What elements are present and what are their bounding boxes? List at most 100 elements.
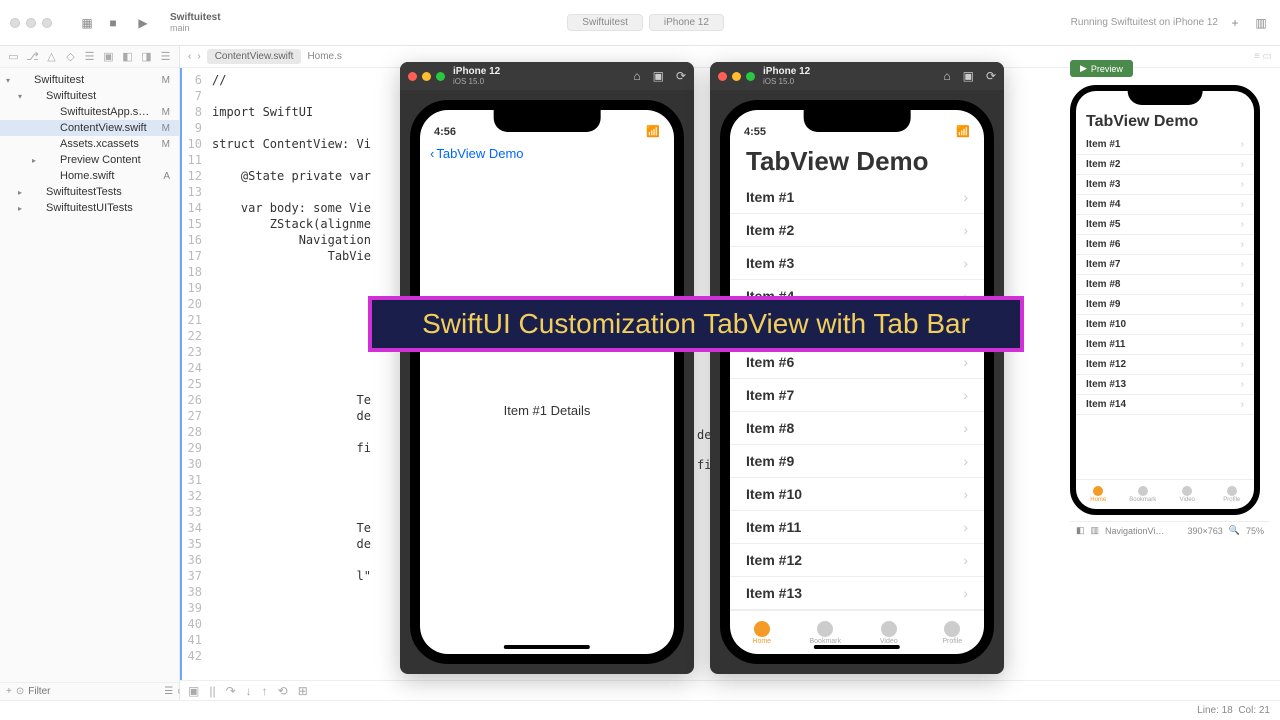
list-item[interactable]: Item #2› xyxy=(1076,155,1254,175)
sidebar-toggle-icon[interactable]: ▦ xyxy=(78,14,96,32)
home-icon[interactable]: ⌂ xyxy=(943,69,950,83)
chevron-right-icon: › xyxy=(963,354,968,370)
run-button[interactable]: ▶ xyxy=(134,14,152,32)
list-item[interactable]: Item #12› xyxy=(1076,355,1254,375)
project-navigator: ▭⎇△◇☰▣◧◨☰ ▾SwiftuitestM▾SwiftuitestSwift… xyxy=(0,46,180,700)
list-item[interactable]: Item #11› xyxy=(1076,335,1254,355)
code-fragment: fi xyxy=(697,458,711,472)
window-titlebar: ▦ ■ ▶ Swiftuitest main Swiftuitest iPhon… xyxy=(0,0,1280,46)
file-tree-item[interactable]: ▾Swiftuitest xyxy=(0,88,179,104)
screenshot-icon[interactable]: ▣ xyxy=(653,69,664,83)
chevron-right-icon: › xyxy=(963,420,968,436)
list-item[interactable]: Item #10› xyxy=(730,478,984,511)
library-icon[interactable]: ▥ xyxy=(1252,14,1270,32)
list-item[interactable]: Item #7› xyxy=(730,379,984,412)
phone-notch xyxy=(1128,91,1203,105)
list-item[interactable]: Item #9› xyxy=(730,445,984,478)
file-tree-item[interactable]: ▸SwiftuitestUITests xyxy=(0,200,179,216)
chevron-right-icon: › xyxy=(963,552,968,568)
bookmark-icon xyxy=(1138,486,1148,496)
list-item[interactable]: Item #13› xyxy=(1076,375,1254,395)
tab-profile[interactable]: Profile xyxy=(921,611,985,654)
status-bar: Line: 18 Col: 21 xyxy=(0,700,1280,720)
stop-button[interactable]: ■ xyxy=(104,14,122,32)
home-icon xyxy=(754,621,770,637)
file-tree-item[interactable]: ▾SwiftuitestM xyxy=(0,72,179,88)
chevron-right-icon: › xyxy=(963,255,968,271)
rotate-icon[interactable]: ⟳ xyxy=(986,69,996,83)
tab-video[interactable]: Video xyxy=(1165,480,1210,509)
list-item[interactable]: Item #8› xyxy=(1076,275,1254,295)
device-tab[interactable]: iPhone 12 xyxy=(649,14,724,31)
list-item[interactable]: Item #12› xyxy=(730,544,984,577)
list-item[interactable]: Item #8› xyxy=(730,412,984,445)
file-tree-item[interactable]: ▸SwiftuitestTests xyxy=(0,184,179,200)
jump-crumb-secondary[interactable]: Home.s xyxy=(307,51,341,62)
home-indicator[interactable] xyxy=(504,645,590,649)
preview-badge[interactable]: ▶ Preview xyxy=(1070,60,1133,77)
chevron-right-icon: › xyxy=(1241,139,1244,150)
plus-icon[interactable]: + xyxy=(1226,14,1244,32)
list-item[interactable]: Item #4› xyxy=(1076,195,1254,215)
list-item[interactable]: Item #3› xyxy=(1076,175,1254,195)
simulator-window-detail: iPhone 12 iOS 15.0 ⌂ ▣ ⟳ 4:56 📶 ‹ TabVie… xyxy=(400,62,694,674)
jump-crumb-file[interactable]: ContentView.swift xyxy=(207,49,302,64)
tab-home[interactable]: Home xyxy=(1076,480,1121,509)
window-traffic-lights[interactable] xyxy=(10,18,52,28)
nav-back-icon[interactable]: ‹ xyxy=(188,51,191,62)
screenshot-icon[interactable]: ▣ xyxy=(963,69,974,83)
home-icon[interactable]: ⌂ xyxy=(633,69,640,83)
sim-traffic-lights[interactable] xyxy=(408,72,445,81)
chevron-right-icon: › xyxy=(963,387,968,403)
list-item[interactable]: Item #7› xyxy=(1076,255,1254,275)
file-tree-item[interactable]: Assets.xcassetsM xyxy=(0,136,179,152)
back-button[interactable]: ‹ TabView Demo xyxy=(420,140,674,167)
list-item[interactable]: Item #14› xyxy=(1076,395,1254,415)
page-title: TabView Demo xyxy=(730,140,984,181)
list-item[interactable]: Item #5› xyxy=(1076,215,1254,235)
file-tree-item[interactable]: Home.swiftA xyxy=(0,168,179,184)
sim-traffic-lights[interactable] xyxy=(718,72,755,81)
file-tree-item[interactable]: ContentView.swiftM xyxy=(0,120,179,136)
phone-frame: 4:56 📶 ‹ TabView Demo Item #1 Details xyxy=(410,100,684,664)
navigator-tabs[interactable]: ▭⎇△◇☰▣◧◨☰ xyxy=(0,46,179,68)
preview-title: TabView Demo xyxy=(1076,109,1254,135)
list-item[interactable]: Item #10› xyxy=(1076,315,1254,335)
target-tab[interactable]: Swiftuitest xyxy=(567,14,643,31)
tab-profile[interactable]: Profile xyxy=(1210,480,1255,509)
cursor-col: Col: 21 xyxy=(1238,705,1270,716)
add-icon[interactable]: + xyxy=(6,686,12,697)
video-icon xyxy=(1182,486,1192,496)
list-item[interactable]: Item #13› xyxy=(730,577,984,610)
list-item[interactable]: Item #1› xyxy=(1076,135,1254,155)
rotate-icon[interactable]: ⟳ xyxy=(676,69,686,83)
list-item[interactable]: Item #3› xyxy=(730,247,984,280)
video-icon xyxy=(881,621,897,637)
overlay-banner: SwiftUI Customization TabView with Tab B… xyxy=(368,296,1024,352)
bookmark-icon xyxy=(817,621,833,637)
file-tree-item[interactable]: SwiftuitestApp.swiftM xyxy=(0,104,179,120)
list-item[interactable]: Item #6› xyxy=(1076,235,1254,255)
profile-icon xyxy=(944,621,960,637)
profile-icon xyxy=(1227,486,1237,496)
filter-input[interactable] xyxy=(28,686,160,697)
scheme-selector[interactable]: Swiftuitest main xyxy=(170,12,221,33)
nav-fwd-icon[interactable]: › xyxy=(197,51,200,62)
list-item[interactable]: Item #9› xyxy=(1076,295,1254,315)
tab-bookmark[interactable]: Bookmark xyxy=(1121,480,1166,509)
debug-bar[interactable]: ▣||↷↓↑⟲⊞ xyxy=(180,680,1280,700)
signal-wifi-battery-icon: 📶 xyxy=(956,125,970,138)
chevron-right-icon: › xyxy=(963,585,968,601)
list-item[interactable]: Item #1› xyxy=(730,181,984,214)
build-status: Running Swiftuitest on iPhone 12 xyxy=(1071,17,1218,28)
home-icon xyxy=(1093,486,1103,496)
preview-controls[interactable]: ◧▥ NavigationVi… 390×763 🔍 75% xyxy=(1070,521,1270,539)
list-item[interactable]: Item #11› xyxy=(730,511,984,544)
chevron-right-icon: › xyxy=(1241,239,1244,250)
tab-home[interactable]: Home xyxy=(730,611,794,654)
chevron-right-icon: › xyxy=(1241,339,1244,350)
phone-notch xyxy=(804,110,911,132)
home-indicator[interactable] xyxy=(814,645,900,649)
list-item[interactable]: Item #2› xyxy=(730,214,984,247)
file-tree-item[interactable]: ▸Preview Content xyxy=(0,152,179,168)
